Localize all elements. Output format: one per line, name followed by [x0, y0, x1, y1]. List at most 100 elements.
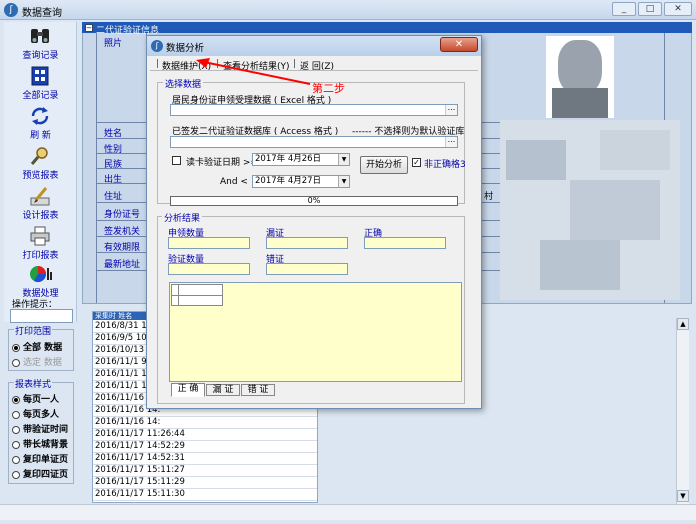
chevron-down-icon[interactable]: ▼	[338, 154, 349, 165]
step-annotation-label: 第二步	[312, 82, 345, 95]
minimize-button[interactable]: _	[612, 2, 636, 16]
field-label-validity: 有效期限	[104, 243, 141, 253]
print-selected-radio[interactable]: 选定 数据	[12, 355, 62, 368]
hint-box	[10, 309, 73, 323]
field-label-address: 住址	[104, 192, 123, 202]
preview-report-button[interactable]: 预览报表	[4, 144, 77, 182]
all-records-button[interactable]: 全部记录	[4, 64, 77, 102]
browse-button[interactable]: ...	[445, 136, 457, 147]
horizontal-scrollbar[interactable]	[0, 504, 696, 520]
date-from-picker[interactable]: 2017年 4月26日 ▼	[252, 153, 350, 166]
date-filter-checkbox[interactable]	[172, 156, 181, 165]
report-style-group: 报表样式 每页一人 每页多人 带验证时间 带长城背景 复印单证页 复印四证页	[8, 377, 74, 484]
left-toolbar: 查询记录 全部记录 刷 新 预览报表 设计报表 打印报表 数据处理	[4, 22, 77, 322]
precise-format-checkbox[interactable]: ✓	[412, 158, 421, 167]
panel-header-strip	[82, 22, 692, 33]
list-item[interactable]: 2016/11/17 14:52:29	[93, 441, 317, 453]
list-item[interactable]: 2016/11/17 15:11:30	[93, 489, 317, 501]
maximize-button[interactable]: □	[638, 2, 662, 16]
dialog-app-icon: ʃ	[151, 40, 163, 52]
design-report-button[interactable]: 设计报表	[4, 184, 77, 222]
print-range-group: 打印范围 全部 数据 选定 数据	[8, 324, 74, 371]
dialog-close-button[interactable]: ✕	[440, 37, 478, 52]
style-one-per-page-radio[interactable]: 每页一人	[12, 392, 60, 405]
apply-count-value	[168, 237, 250, 249]
chevron-down-icon[interactable]: ▼	[338, 176, 349, 187]
query-records-button[interactable]: 查询记录	[4, 24, 77, 62]
annotation-arrow	[196, 58, 311, 85]
analysis-progress-bar: 0%	[170, 196, 458, 206]
collapse-icon[interactable]: −	[85, 24, 93, 32]
list-item[interactable]: 2016/11/17 11:26:44	[93, 429, 317, 441]
style-with-time-radio[interactable]: 带验证时间	[12, 422, 69, 435]
arrow-shaft	[203, 61, 311, 85]
design-pen-icon	[30, 187, 50, 206]
radio-label: 选定 数据	[23, 358, 62, 368]
style-multi-per-page-radio[interactable]: 每页多人	[12, 407, 60, 420]
refresh-button[interactable]: 刷 新	[4, 104, 77, 142]
scroll-up-icon[interactable]: ▲	[677, 318, 689, 330]
tab-missed[interactable]: 漏 证	[206, 384, 240, 396]
magnifier-icon	[30, 147, 48, 165]
radio-indicator	[12, 425, 20, 434]
blurred-region	[600, 130, 670, 170]
refresh-icon	[31, 107, 49, 125]
radio-indicator	[12, 455, 20, 464]
close-window-button[interactable]: ✕	[664, 2, 692, 16]
date-to-value: 2017年 4月27日	[255, 176, 322, 186]
data-processing-button[interactable]: 数据处理	[4, 262, 77, 300]
print-range-title: 打印范围	[14, 324, 53, 337]
grid-line	[172, 295, 222, 296]
field-label-id-number: 身份证号	[104, 210, 141, 220]
address-fragment: 村	[484, 192, 494, 202]
menu-separator: |	[156, 59, 160, 69]
field-label-ethnicity: 民族	[104, 160, 123, 170]
date-from-value: 2017年 4月26日	[255, 154, 322, 164]
radio-label: 带验证时间	[23, 425, 69, 435]
field-label-issuer: 签发机关	[104, 227, 141, 237]
date-to-picker[interactable]: 2017年 4月27日 ▼	[252, 175, 350, 188]
photo-face-blurred	[558, 40, 602, 94]
scroll-down-icon[interactable]: ▼	[677, 490, 689, 502]
binoculars-icon	[31, 29, 49, 43]
radio-label: 每页一人	[23, 395, 60, 405]
toolbar-label: 刷 新	[30, 131, 51, 141]
window-title-bar	[0, 0, 696, 20]
radio-label: 带长城背景	[23, 440, 69, 450]
tab-wrong[interactable]: 错 证	[241, 384, 275, 396]
tab-correct[interactable]: 正 确	[171, 383, 205, 397]
result-grid[interactable]	[171, 284, 223, 306]
toolbar-label: 查询记录	[22, 51, 59, 61]
radio-label: 每页多人	[23, 410, 60, 420]
list-item[interactable]: 2016/11/17 15:11:29	[93, 477, 317, 489]
printer-icon	[30, 226, 50, 246]
radio-indicator	[12, 440, 20, 449]
browse-button[interactable]: ...	[445, 104, 457, 115]
style-great-wall-radio[interactable]: 带长城背景	[12, 437, 69, 450]
field-label-new-address: 最新地址	[104, 260, 141, 270]
list-header[interactable]: 采集时 姓名	[93, 312, 151, 320]
photo-body-blurred	[552, 88, 608, 118]
and-label: And <	[220, 177, 248, 187]
toolbar-label: 打印报表	[22, 251, 59, 261]
radio-indicator	[12, 395, 20, 404]
list-item[interactable]: 2016/11/17 15:11:27	[93, 465, 317, 477]
radio-indicator	[12, 410, 20, 419]
toolbar-label: 全部记录	[22, 91, 59, 101]
issued-data-path-input[interactable]: ...	[170, 136, 458, 148]
print-report-button[interactable]: 打印报表	[4, 224, 77, 262]
vertical-scrollbar[interactable]: ▲ ▼	[676, 318, 689, 504]
radio-label: 复印单证页	[23, 455, 69, 465]
list-item[interactable]: 2016/11/16 14:	[93, 417, 317, 429]
style-copy-four-radio[interactable]: 复印四证页	[12, 467, 68, 480]
toolbar-label: 预览报表	[22, 171, 59, 181]
start-analysis-button[interactable]: 开始分析	[360, 156, 408, 174]
radio-indicator	[12, 358, 20, 367]
resident-data-path-input[interactable]: ...	[170, 104, 458, 116]
radio-indicator	[12, 343, 20, 352]
verify-count-value	[168, 263, 250, 275]
style-copy-single-radio[interactable]: 复印单证页	[12, 452, 69, 465]
dialog-title: 数据分析	[166, 43, 205, 54]
print-all-radio[interactable]: 全部 数据	[12, 340, 62, 353]
list-item[interactable]: 2016/11/17 14:52:31	[93, 453, 317, 465]
